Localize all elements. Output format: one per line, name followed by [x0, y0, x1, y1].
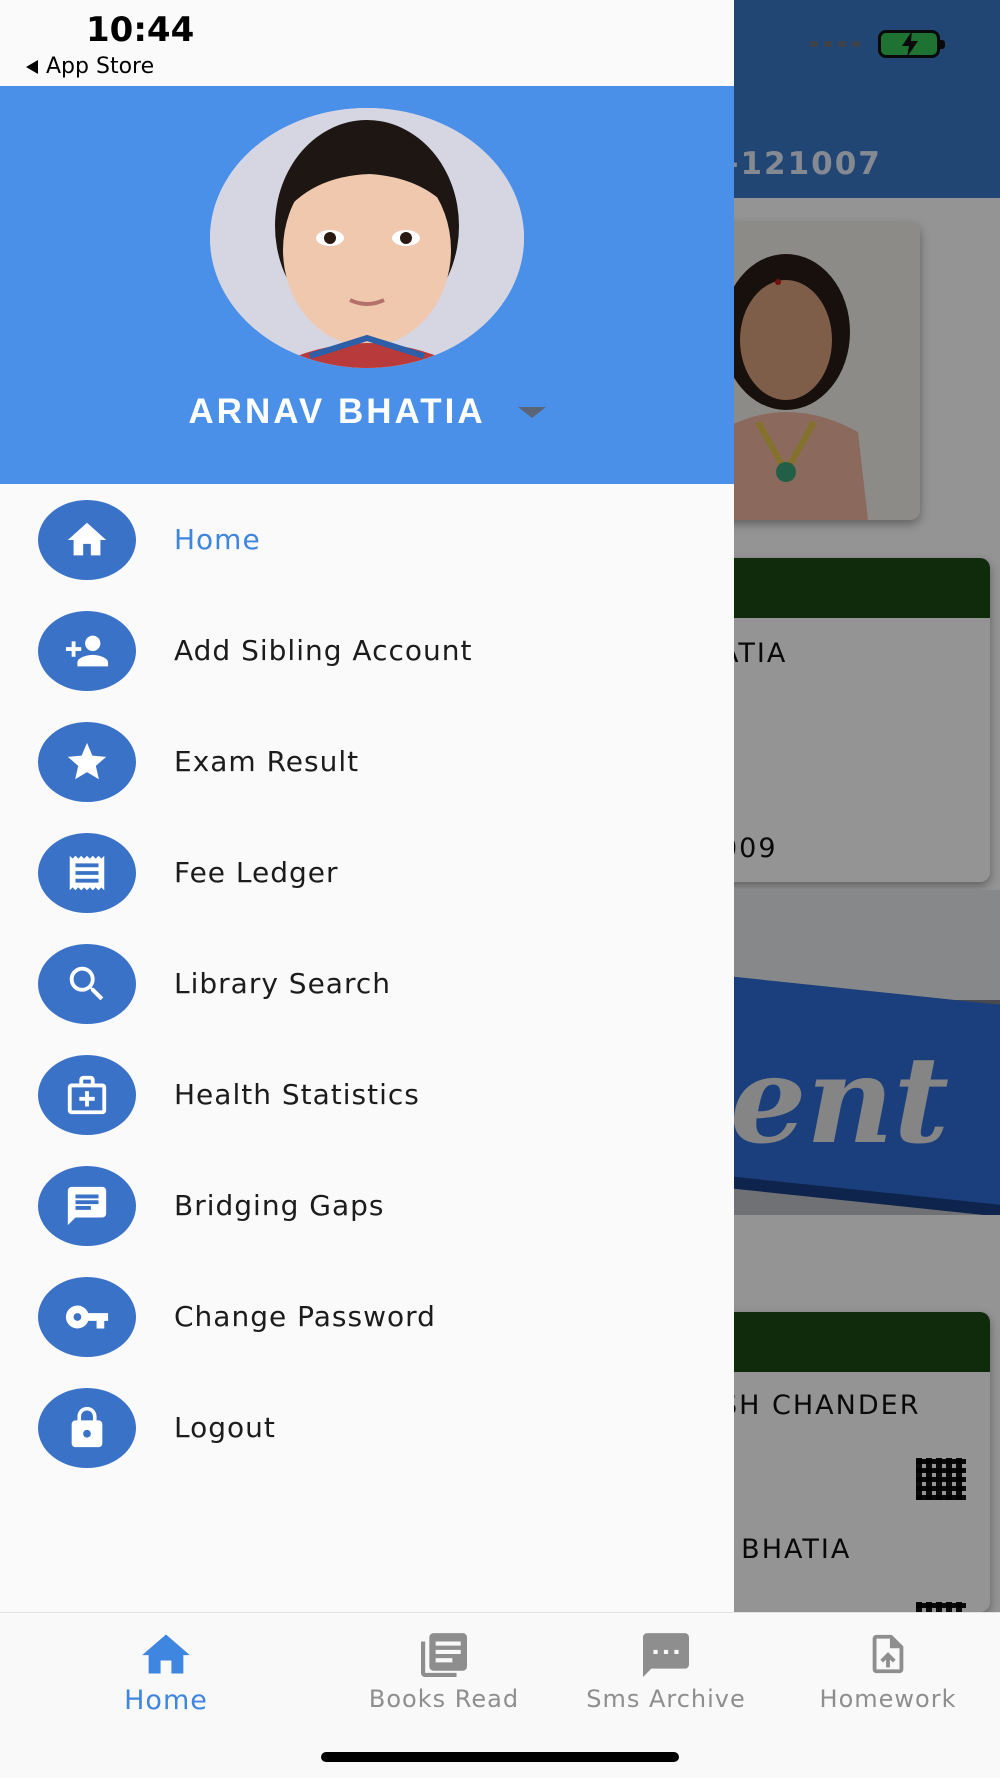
menu-item-exam-result[interactable]: Exam Result	[0, 706, 734, 817]
menu-label: Home	[174, 523, 261, 556]
key-icon	[38, 1277, 136, 1357]
menu-item-bridging-gaps[interactable]: Bridging Gaps	[0, 1150, 734, 1261]
home-indicator[interactable]	[321, 1752, 679, 1762]
back-app-label: App Store	[46, 54, 155, 79]
receipt-icon	[38, 833, 136, 913]
menu-item-home[interactable]: Home	[0, 484, 734, 595]
menu-label: Library Search	[174, 967, 391, 1000]
status-bar: 10:44 App Store	[0, 0, 734, 86]
menu-label: Health Statistics	[174, 1078, 420, 1111]
back-arrow-icon	[26, 59, 38, 74]
menu-label: Bridging Gaps	[174, 1189, 385, 1222]
home-icon	[38, 500, 136, 580]
add-person-icon	[38, 611, 136, 691]
menu-label: Exam Result	[174, 745, 360, 778]
menu-item-logout[interactable]: Logout	[0, 1372, 734, 1483]
menu-item-change-password[interactable]: Change Password	[0, 1261, 734, 1372]
search-icon	[38, 944, 136, 1024]
drawer-header: ARNAV BHATIA	[0, 86, 734, 484]
avatar	[210, 108, 524, 368]
home-icon	[142, 1634, 190, 1674]
tab-label: Homework	[819, 1685, 957, 1713]
star-icon	[38, 722, 136, 802]
tab-label: Home	[124, 1685, 208, 1716]
menu-label: Logout	[174, 1411, 276, 1444]
account-switcher[interactable]: ARNAV BHATIA	[0, 392, 734, 432]
message-icon	[643, 1633, 689, 1677]
menu-item-fee-ledger[interactable]: Fee Ledger	[0, 817, 734, 928]
menu-label: Fee Ledger	[174, 856, 339, 889]
drawer-menu: Home Add Sibling Account Exam Result Fee…	[0, 484, 734, 1483]
menu-item-library-search[interactable]: Library Search	[0, 928, 734, 1039]
tab-home[interactable]: Home	[56, 1631, 276, 1716]
medical-bag-icon	[38, 1055, 136, 1135]
tab-label: Sms Archive	[586, 1685, 746, 1713]
menu-label: Change Password	[174, 1300, 436, 1333]
status-time: 10:44	[86, 10, 195, 50]
menu-item-health-statistics[interactable]: Health Statistics	[0, 1039, 734, 1150]
books-icon	[421, 1633, 467, 1677]
dropdown-arrow-icon[interactable]	[517, 406, 546, 418]
tab-label: Books Read	[368, 1685, 520, 1713]
tab-sms-archive[interactable]: Sms Archive	[556, 1631, 776, 1713]
student-name: ARNAV BHATIA	[188, 392, 486, 431]
tab-homework[interactable]: Homework	[778, 1631, 998, 1713]
upload-file-icon	[872, 1634, 904, 1674]
menu-item-add-sibling-account[interactable]: Add Sibling Account	[0, 595, 734, 706]
tab-books-read[interactable]: Books Read	[334, 1631, 554, 1713]
lock-icon	[38, 1388, 136, 1468]
back-to-app-store[interactable]: App Store	[26, 54, 154, 79]
chat-icon	[38, 1166, 136, 1246]
menu-label: Add Sibling Account	[174, 634, 473, 667]
navigation-drawer: 10:44 App Store ARNAV BHATIA Home Add Si…	[0, 0, 734, 1612]
